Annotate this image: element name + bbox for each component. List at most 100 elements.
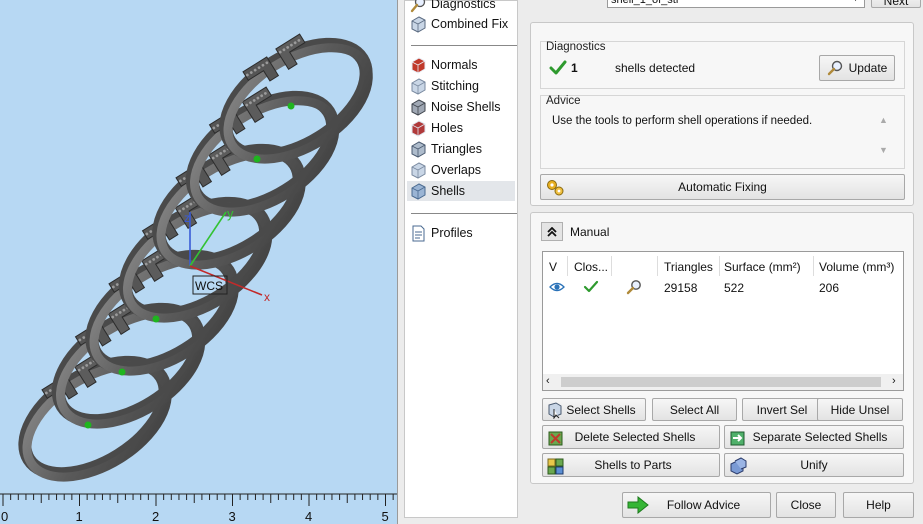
magnifier-icon [827,60,842,76]
cell-volume: 206 [819,281,840,295]
profiles-icon [412,225,425,241]
point-marker [287,102,295,110]
overlaps-icon [411,161,426,179]
nav-item-stitching[interactable]: Stitching [407,76,515,96]
nav-separator [411,45,517,46]
column-header-volume[interactable]: Volume (mm³) [819,260,894,274]
y-axis-label: y [227,206,234,221]
shells-table[interactable]: V Clos... Triangles Surface (mm²) Volume… [542,251,904,391]
follow-advice-button[interactable]: Follow Advice [622,492,771,518]
column-divider [657,256,658,276]
delete-selected-shells-button[interactable]: Delete Selected Shells [542,425,720,449]
column-divider [567,256,568,276]
nav-item-overlaps[interactable]: Overlaps [407,160,515,180]
next-button[interactable]: Next [871,0,921,8]
close-button[interactable]: Close [776,492,836,518]
nav-separator [411,213,517,214]
invert-sel-label: Invert Sel [756,402,808,417]
point-marker [253,155,261,163]
check-icon [583,280,599,293]
3d-viewport[interactable]: z y x WCS 0 1 2 3 4 5 [0,0,397,524]
separate-selected-shells-label: Separate Selected Shells [752,430,888,444]
ruler-tick-label: 2 [152,509,159,524]
select-all-button[interactable]: Select All [652,398,737,421]
select-shells-icon [548,402,562,419]
next-button-label: Next [883,0,909,8]
invert-sel-button[interactable]: Invert Sel [742,398,822,421]
column-header-surface[interactable]: Surface (mm²) [724,260,801,274]
scroll-down-icon[interactable]: ▼ [879,145,888,155]
nav-item-label: Holes [431,121,463,135]
advice-scrollbar[interactable]: ▲ ▼ [877,115,891,159]
diagnostics-icon [410,0,426,12]
update-button[interactable]: Update [819,55,895,81]
collapse-manual-button[interactable] [541,222,563,241]
nav-item-label: Noise Shells [431,100,501,114]
holes-icon [411,119,426,137]
advice-title: Advice [546,95,581,107]
diagnostics-status: shells detected [615,61,696,75]
scrollbar-thumb[interactable] [561,377,881,387]
ring-model-scene: z y x WCS 0 1 2 3 4 5 [0,33,397,524]
delete-selected-shells-label: Delete Selected Shells [574,430,696,444]
magnifier-icon[interactable] [626,279,642,295]
x-axis-label: x [264,290,270,304]
ruler-tick-label: 3 [229,509,236,524]
arrow-right-icon [627,496,649,514]
column-divider [611,256,612,276]
point-marker [118,368,126,376]
hide-unsel-button[interactable]: Hide Unsel [817,398,903,421]
nav-item-label: Stitching [431,79,479,93]
scroll-left-icon[interactable]: ‹ [546,375,550,387]
separate-selected-shells-button[interactable]: Separate Selected Shells [724,425,904,449]
hide-unsel-label: Hide Unsel [830,402,890,417]
part-select[interactable]: shell_1_of_stl ▼ [607,0,865,8]
close-label: Close [790,498,822,512]
nav-item-shells[interactable]: Shells [407,181,515,201]
select-shells-button[interactable]: Select Shells [542,398,646,421]
stitching-icon [411,77,426,95]
diagnostics-group: Diagnostics 1 shells detected Update Adv… [530,22,914,206]
nav-item-label: Shells [431,184,466,198]
table-row[interactable]: 29158 522 206 [543,276,903,298]
scroll-up-icon[interactable]: ▲ [879,115,888,125]
eye-icon[interactable] [549,281,565,293]
noise-shells-icon [411,98,426,116]
triangles-icon [411,140,426,158]
unify-button[interactable]: Unify [724,453,904,477]
fix-wizard-nav-panel: Diagnostics Combined Fix Normals Stitching N… [397,0,523,524]
z-axis-label: z [184,211,190,225]
part-select-value: shell_1_of_stl [611,0,679,6]
point-marker [152,315,160,323]
fix-wizard-nav-list: Diagnostics Combined Fix Normals Stitching N… [404,0,518,518]
unify-icon [730,457,747,475]
scroll-right-icon[interactable]: › [892,375,896,387]
nav-item-label: Overlaps [431,163,482,177]
table-horizontal-scrollbar[interactable]: ‹ › [543,374,903,390]
nav-item-triangles[interactable]: Triangles [407,139,515,159]
advice-frame [540,95,905,169]
chevron-down-icon: ▼ [851,0,860,3]
manual-group: Manual V Clos... Triangles Surface (mm²)… [530,212,914,484]
nav-item-normals[interactable]: Normals [407,55,515,75]
column-divider [813,256,814,276]
nav-item-diagnostics[interactable]: Diagnostics [407,0,515,14]
column-header-visible[interactable]: V [549,260,557,274]
shells-icon [411,182,426,200]
select-shells-label: Select Shells [566,402,636,417]
nav-item-label: Combined Fix [431,17,509,31]
column-header-triangles[interactable]: Triangles [664,260,713,274]
nav-item-noise-shells[interactable]: Noise Shells [407,97,515,117]
automatic-fixing-button[interactable]: Automatic Fixing [540,174,905,200]
shells-to-parts-button[interactable]: Shells to Parts [542,453,720,477]
nav-item-holes[interactable]: Holes [407,118,515,138]
point-marker [84,421,92,429]
help-button[interactable]: Help [843,492,914,518]
nav-item-combined-fix[interactable]: Combined Fix [407,14,515,34]
column-divider [719,256,720,276]
nav-item-profiles[interactable]: Profiles [407,223,515,243]
column-header-closed[interactable]: Clos... [574,260,608,274]
ruler: 0 1 2 3 4 5 [0,488,397,524]
combined-fix-icon [411,15,426,33]
advice-text: Use the tools to perform shell operation… [552,115,813,127]
